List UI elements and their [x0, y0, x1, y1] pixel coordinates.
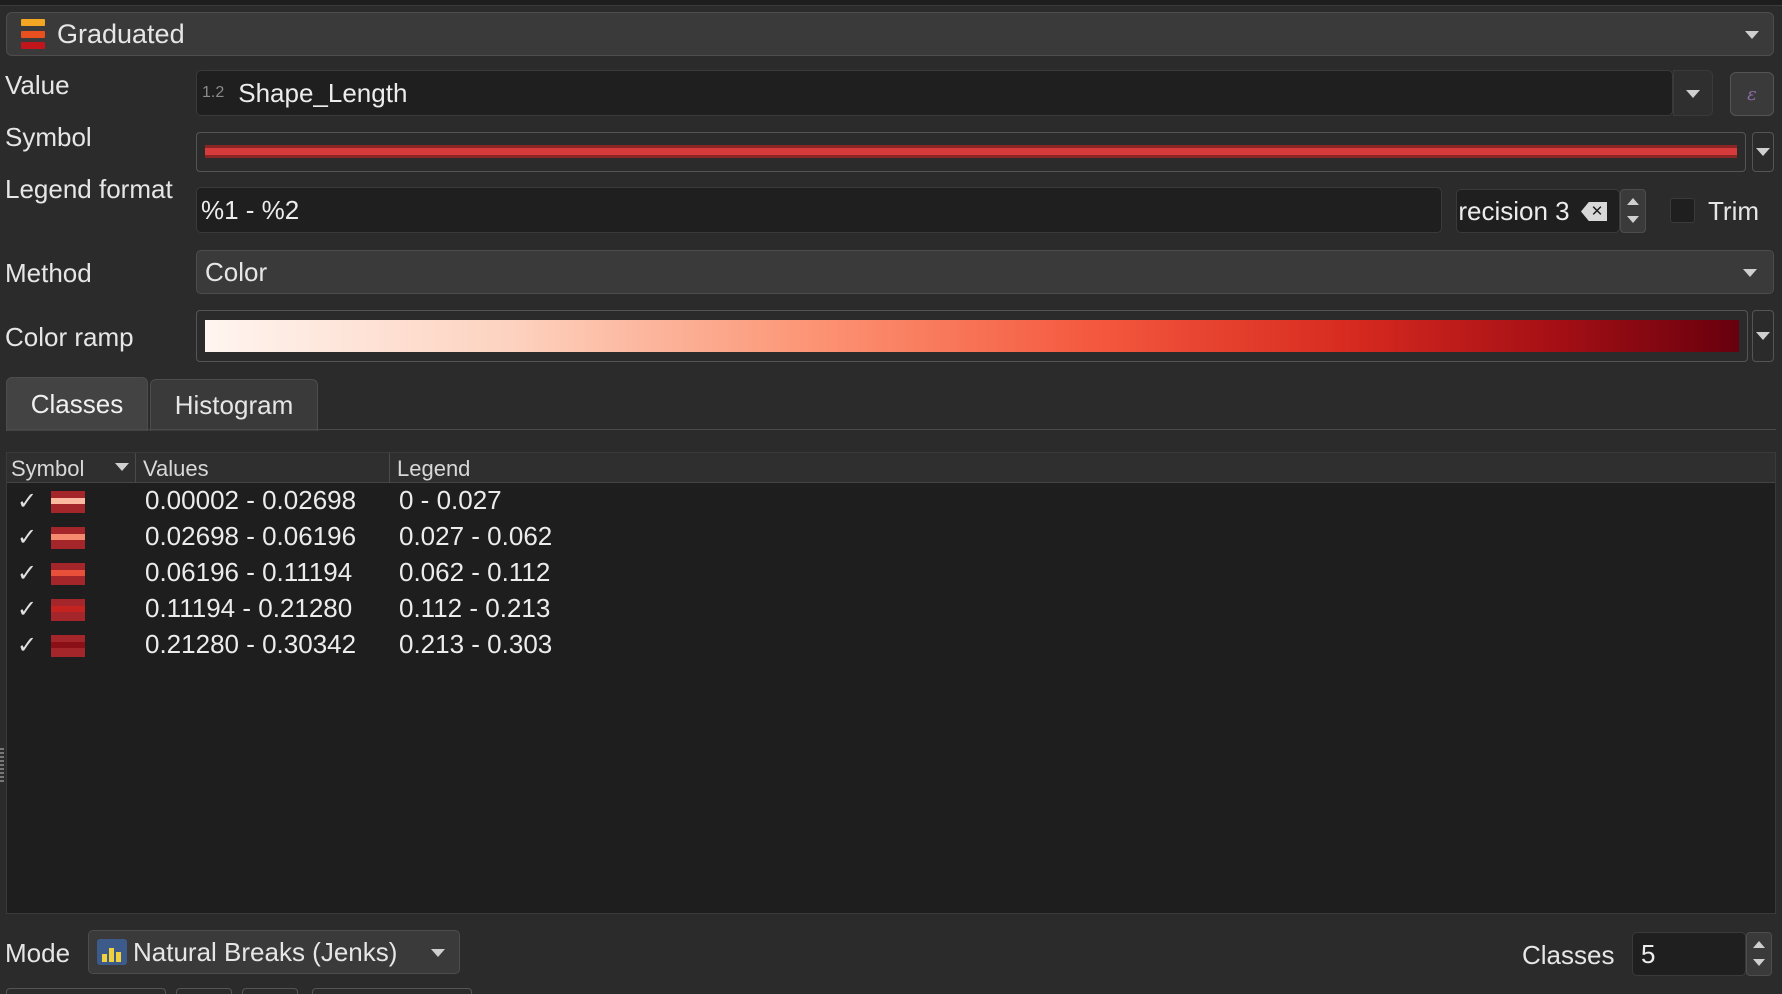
class-visible-checkbox[interactable]: ✓: [17, 523, 37, 552]
column-divider: [135, 453, 136, 483]
color-ramp-button[interactable]: [196, 310, 1748, 362]
splitter-handle[interactable]: [0, 748, 4, 784]
renderer-dropdown[interactable]: Graduated: [6, 12, 1774, 56]
classes-stepper[interactable]: [1746, 932, 1772, 976]
column-header-legend[interactable]: Legend: [397, 456, 470, 482]
mode-value: Natural Breaks (Jenks): [133, 936, 398, 967]
legend-format-label: Legend format: [5, 174, 173, 204]
symbol-button[interactable]: [196, 132, 1746, 172]
clear-icon[interactable]: ✕: [1581, 202, 1607, 221]
precision-spinbox[interactable]: Precision 3 ✕: [1456, 189, 1620, 233]
class-legend[interactable]: 0.213 - 0.303: [399, 629, 552, 660]
classes-label: Classes: [1522, 940, 1615, 970]
class-symbol-swatch[interactable]: [51, 487, 85, 517]
chevron-down-icon: [1743, 269, 1757, 277]
class-visible-checkbox[interactable]: ✓: [17, 559, 37, 588]
symbol-preview-line: [205, 142, 1737, 162]
value-field-dropdown-button[interactable]: [1673, 70, 1713, 116]
color-ramp-preview: [205, 320, 1739, 352]
class-symbol-swatch[interactable]: [51, 595, 85, 625]
table-row[interactable]: ✓ 0.21280 - 0.30342 0.213 - 0.303: [7, 627, 1775, 663]
renderer-label: Graduated: [57, 18, 185, 49]
step-up-icon[interactable]: [1627, 198, 1639, 205]
bottom-button[interactable]: [312, 988, 472, 994]
symbol-label: Symbol: [5, 122, 92, 152]
class-legend[interactable]: 0.027 - 0.062: [399, 521, 552, 552]
step-down-icon[interactable]: [1627, 216, 1639, 223]
value-field-combo[interactable]: 1.2 Shape_Length: [196, 70, 1673, 116]
class-legend[interactable]: 0.062 - 0.112: [399, 557, 550, 588]
column-header-values[interactable]: Values: [143, 456, 209, 482]
color-ramp-label: Color ramp: [5, 322, 134, 352]
natural-breaks-icon: [97, 939, 127, 965]
classes-value: 5: [1641, 938, 1656, 969]
classes-spinbox[interactable]: 5: [1632, 932, 1746, 976]
mode-label: Mode: [5, 938, 71, 968]
chevron-down-icon: [1745, 31, 1759, 39]
tab-divider: [6, 429, 1776, 430]
legend-format-value: %1 - %2: [201, 194, 300, 225]
sort-arrow-icon: [115, 463, 129, 471]
class-values[interactable]: 0.06196 - 0.11194: [145, 557, 352, 588]
precision-stepper[interactable]: [1620, 189, 1646, 233]
value-field-text: Shape_Length: [238, 77, 408, 108]
class-visible-checkbox[interactable]: ✓: [17, 487, 37, 516]
step-down-icon[interactable]: [1753, 959, 1765, 966]
method-value: Color: [205, 256, 268, 287]
method-label: Method: [5, 258, 92, 288]
class-values[interactable]: 0.00002 - 0.02698: [145, 485, 356, 516]
class-legend[interactable]: 0 - 0.027: [399, 485, 502, 516]
legend-format-input[interactable]: %1 - %2: [196, 187, 1442, 233]
step-up-icon[interactable]: [1753, 941, 1765, 948]
class-values[interactable]: 0.02698 - 0.06196: [145, 521, 356, 552]
graduated-renderer-icon: [21, 19, 45, 49]
class-visible-checkbox[interactable]: ✓: [17, 595, 37, 624]
classes-table[interactable]: Symbol Values Legend ✓ 0.00002 - 0.02698…: [6, 452, 1776, 914]
expression-icon: ε: [1747, 83, 1757, 105]
field-type-badge: 1.2: [202, 84, 225, 101]
precision-text: Precision 3: [1457, 195, 1570, 226]
top-border: [0, 0, 1782, 6]
table-row[interactable]: ✓ 0.02698 - 0.06196 0.027 - 0.062: [7, 519, 1775, 555]
column-divider: [389, 453, 390, 483]
column-header-symbol[interactable]: Symbol: [11, 456, 84, 482]
chevron-down-icon: [1756, 148, 1770, 156]
bottom-button-strip: [0, 988, 1782, 994]
table-row[interactable]: ✓ 0.06196 - 0.11194 0.062 - 0.112: [7, 555, 1775, 591]
value-label: Value: [5, 70, 70, 100]
bottom-button[interactable]: [242, 988, 298, 994]
symbol-dropdown-button[interactable]: [1752, 132, 1774, 172]
class-values[interactable]: 0.21280 - 0.30342: [145, 629, 356, 660]
class-symbol-swatch[interactable]: [51, 523, 85, 553]
trim-label: Trim: [1708, 196, 1760, 226]
table-row[interactable]: ✓ 0.00002 - 0.02698 0 - 0.027: [7, 483, 1775, 519]
chevron-down-icon: [1756, 332, 1770, 340]
table-header: Symbol Values Legend: [7, 453, 1775, 483]
chevron-down-icon: [431, 949, 445, 957]
table-row[interactable]: ✓ 0.11194 - 0.21280 0.112 - 0.213: [7, 591, 1775, 627]
class-values[interactable]: 0.11194 - 0.21280: [145, 593, 352, 624]
trim-checkbox[interactable]: [1670, 198, 1695, 223]
tab-classes[interactable]: Classes: [6, 377, 148, 431]
mode-dropdown[interactable]: Natural Breaks (Jenks): [88, 930, 460, 974]
bottom-button[interactable]: [176, 988, 232, 994]
tab-histogram[interactable]: Histogram: [150, 379, 318, 431]
class-legend[interactable]: 0.112 - 0.213: [399, 593, 550, 624]
class-visible-checkbox[interactable]: ✓: [17, 631, 37, 660]
expression-button[interactable]: ε: [1730, 72, 1774, 116]
bottom-button[interactable]: [6, 988, 166, 994]
method-dropdown[interactable]: Color: [196, 250, 1774, 294]
chevron-down-icon: [1686, 90, 1700, 98]
class-symbol-swatch[interactable]: [51, 559, 85, 589]
color-ramp-dropdown-button[interactable]: [1752, 310, 1774, 362]
class-symbol-swatch[interactable]: [51, 631, 85, 661]
